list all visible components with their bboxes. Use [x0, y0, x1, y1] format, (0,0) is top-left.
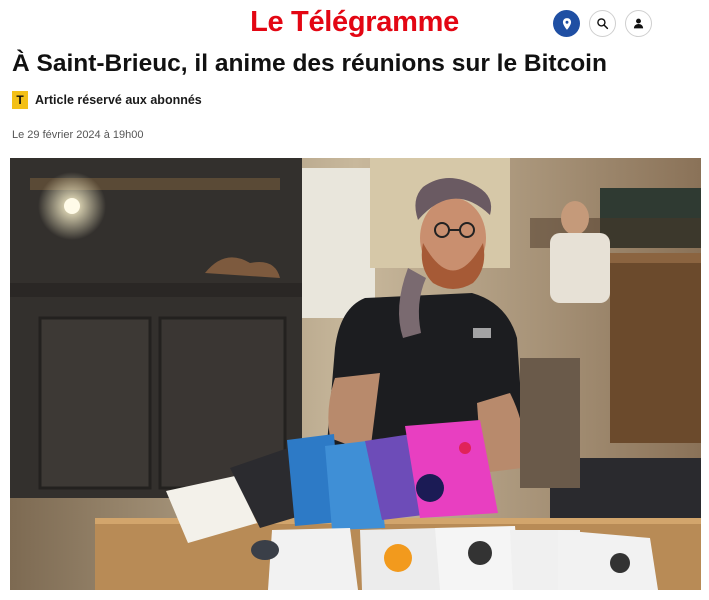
- premium-badge: T: [12, 91, 28, 109]
- premium-indicator: T Article réservé aux abonnés: [12, 91, 202, 109]
- search-button[interactable]: [589, 10, 616, 37]
- premium-label: Article réservé aux abonnés: [35, 93, 202, 107]
- user-icon: [633, 18, 644, 29]
- account-button[interactable]: [625, 10, 652, 37]
- location-button[interactable]: [553, 10, 580, 37]
- article-photo[interactable]: [10, 158, 701, 590]
- location-pin-icon: [562, 17, 571, 30]
- article-photo-illustration: [10, 158, 701, 590]
- article-title: À Saint-Brieuc, il anime des réunions su…: [12, 50, 607, 77]
- publication-date: Le 29 février 2024 à 19h00: [12, 129, 144, 141]
- search-icon: [597, 18, 609, 30]
- site-header: Le Télégramme: [0, 0, 709, 46]
